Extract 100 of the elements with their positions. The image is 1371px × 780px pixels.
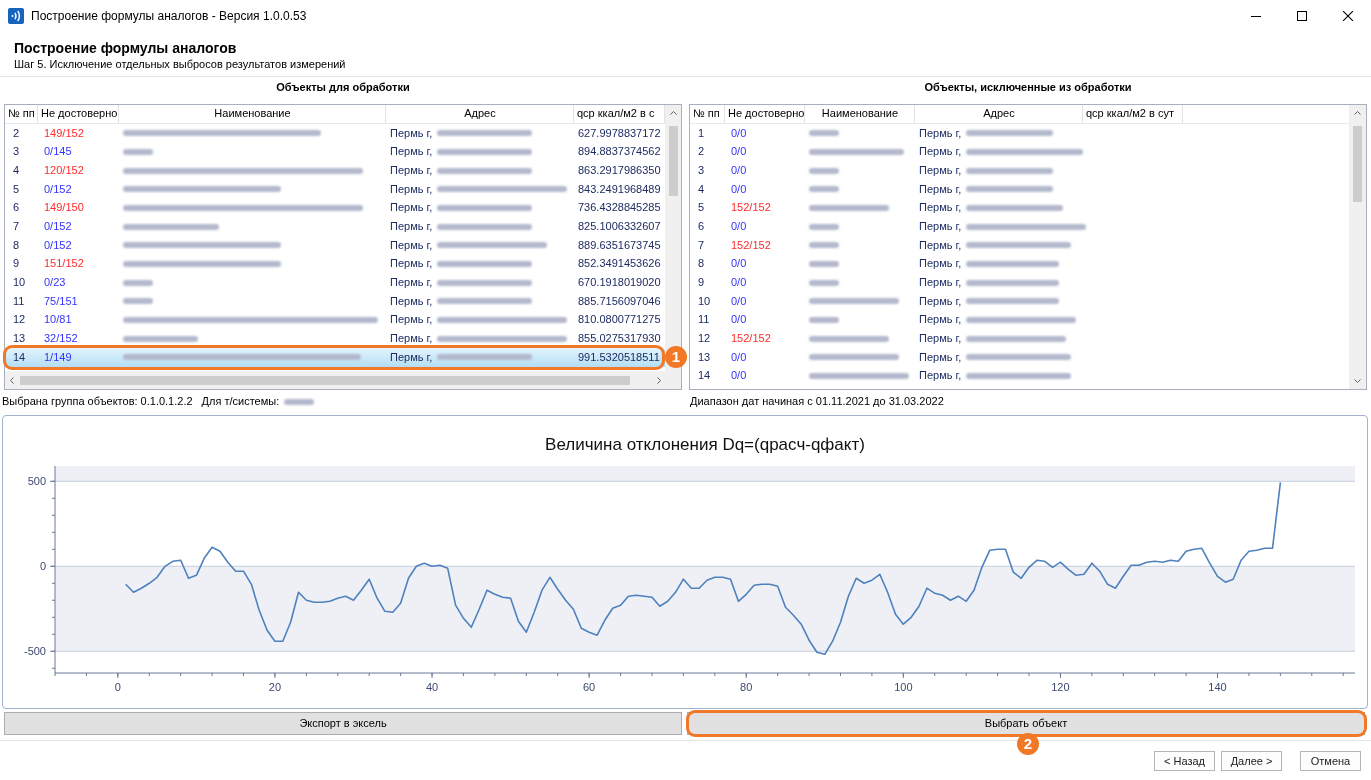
table-cell-text: 149/152 xyxy=(43,125,85,141)
action-button[interactable]: Экспорт в эксель xyxy=(4,712,682,735)
table-row[interactable]: 8 0/0 Пермь г, xyxy=(690,254,1349,274)
vertical-scrollbar[interactable] xyxy=(665,105,681,371)
table-row[interactable]: 10 0/23 Пермь г, 670.1918019020 xyxy=(5,273,665,292)
table-row[interactable]: 12 10/81 Пермь г, 810.0800771275 xyxy=(5,310,665,330)
table-row[interactable]: 1 0/0 Пермь г, xyxy=(690,124,1349,143)
column-header[interactable]: Наименование xyxy=(805,105,915,123)
table-cell-text: 3 xyxy=(12,144,21,160)
table-cell: Пермь г, xyxy=(919,313,962,327)
vertical-scrollbar[interactable] xyxy=(1349,105,1366,389)
column-header[interactable]: Адрес xyxy=(386,105,574,123)
scrollbar-thumb[interactable] xyxy=(1353,126,1362,202)
table-row[interactable]: 8 0/152 Пермь г, 889.6351673745 xyxy=(5,235,665,255)
table-cell: Пермь г, xyxy=(919,145,962,159)
table-row[interactable]: 6 149/150 Пермь г, 736.4328845285 xyxy=(5,198,665,218)
table-row[interactable]: 14 0/0 Пермь г, xyxy=(690,366,1349,386)
table-cell: Пермь г, xyxy=(919,182,962,196)
table-row[interactable]: 5 152/152 Пермь г, xyxy=(690,198,1349,218)
table-cell: Пермь г, xyxy=(919,350,962,364)
table-cell: Пермь г, xyxy=(390,126,433,140)
table-row[interactable]: 10 0/0 Пермь г, xyxy=(690,291,1349,311)
table-row[interactable]: 2 0/0 Пермь г, xyxy=(690,142,1349,162)
column-header[interactable]: Адрес xyxy=(915,105,1083,123)
scroll-right-icon[interactable] xyxy=(657,376,661,384)
table-row[interactable]: 3 0/0 Пермь г, xyxy=(690,161,1349,180)
blurred-text xyxy=(809,130,839,137)
horizontal-scrollbar[interactable] xyxy=(5,371,665,389)
axis-tick-label: 40 xyxy=(425,681,439,693)
status-label: Для т/системы: xyxy=(201,395,280,409)
footer-button[interactable]: < Назад xyxy=(1154,751,1215,771)
table-row[interactable]: 3 0/145 Пермь г, 894.8837374562 xyxy=(5,142,665,162)
table-row[interactable]: 13 32/152 Пермь г, 855.0275317930 xyxy=(5,329,665,348)
scroll-down-icon[interactable] xyxy=(1354,379,1361,383)
footer-button[interactable]: Отмена xyxy=(1300,751,1361,771)
table-cell-text: 120/152 xyxy=(43,163,85,179)
table-row[interactable]: 7 152/152 Пермь г, xyxy=(690,235,1349,255)
table-row[interactable]: 5 0/152 Пермь г, 843.2491968489 xyxy=(5,179,665,199)
table-cell-text: 991.5320518511 xyxy=(577,349,661,365)
section-heading: Объекты для обработки xyxy=(275,80,411,95)
table-cell: Пермь г, xyxy=(919,369,962,383)
table-cell-text: 152/152 xyxy=(730,237,772,253)
table-row[interactable]: 13 0/0 Пермь г, xyxy=(690,347,1349,367)
column-header[interactable]: № пп xyxy=(690,105,725,123)
close-icon xyxy=(1343,11,1353,21)
column-header[interactable]: Не достоверно xyxy=(38,105,119,123)
table-cell-text: 0/23 xyxy=(43,275,67,290)
table-cell-text: 14 xyxy=(12,349,27,365)
table-cell: Пермь г, xyxy=(390,313,433,327)
table-cell-text: 149/150 xyxy=(43,200,85,216)
table-cell: Пермь г, xyxy=(390,276,433,290)
scrollbar-corner xyxy=(665,371,681,389)
table-cell: Пермь г, xyxy=(390,331,433,346)
scroll-up-icon[interactable] xyxy=(669,111,677,115)
column-header[interactable]: Наименование xyxy=(119,105,386,123)
axis-tick-label: 60 xyxy=(583,681,596,693)
table-cell-text: 0/0 xyxy=(730,293,748,309)
table-cell-text: 0/0 xyxy=(730,144,748,160)
table-row[interactable]: 9 151/152 Пермь г, 852.3491453626 xyxy=(5,254,665,274)
column-header[interactable]: qср ккал/м2 в сут xyxy=(1083,105,1183,123)
table-cell: Пермь г, xyxy=(390,238,433,252)
table-cell-text: 0/152 xyxy=(43,181,73,197)
blurred-text xyxy=(284,399,315,405)
table-cell-text: 152/152 xyxy=(730,200,772,216)
scrollbar-thumb[interactable] xyxy=(20,375,630,385)
status-text: Диапазон дат начиная с 01.11.2021 до 31.03.2022 xyxy=(690,395,944,409)
table-row[interactable]: 11 0/0 Пермь г, xyxy=(690,310,1349,330)
table-cell-text: 13 xyxy=(697,349,712,365)
column-header[interactable]: № пп xyxy=(5,105,38,123)
table-cell-text: 0/0 xyxy=(730,275,748,290)
table-row[interactable]: 7 0/152 Пермь г, 825.1006332607 xyxy=(5,217,665,236)
footer-button[interactable]: Далее > xyxy=(1221,751,1282,771)
table-cell-text: 7 xyxy=(12,219,21,234)
table-cell-text: 11 xyxy=(697,312,711,328)
table-cell: Пермь г, xyxy=(390,220,433,234)
table-row[interactable]: 11 75/151 Пермь г, 885.7156097046 xyxy=(5,291,665,311)
table-cell-text: 7 xyxy=(697,237,706,253)
table-cell: Пермь г, xyxy=(390,201,433,215)
scrollbar-thumb[interactable] xyxy=(668,126,678,196)
table-cell-text: 6 xyxy=(12,200,21,216)
table-row[interactable]: 4 0/0 Пермь г, xyxy=(690,179,1349,199)
table-cell-text: 2 xyxy=(12,125,21,141)
column-header[interactable]: Не достоверно xyxy=(725,105,805,123)
table-row[interactable]: 4 120/152 Пермь г, 863.2917986350 xyxy=(5,161,665,180)
table-cell: Пермь г, xyxy=(390,145,433,159)
table-row[interactable]: 12 152/152 Пермь г, xyxy=(690,329,1349,348)
table-cell-text: 885.7156097046 xyxy=(577,293,662,309)
section-heading: Объекты, исключенные из обработки xyxy=(923,80,1133,95)
table-cell-text: 3 xyxy=(697,163,706,179)
table-cell-text: 0/152 xyxy=(43,237,73,253)
scroll-up-icon[interactable] xyxy=(1354,111,1361,115)
table-cell-text: 894.8837374562 xyxy=(577,144,662,160)
table-cell: Пермь г, xyxy=(390,257,433,271)
table-row[interactable]: 9 0/0 Пермь г, xyxy=(690,273,1349,292)
table-row[interactable]: 6 0/0 Пермь г, xyxy=(690,217,1349,236)
axis-tick-label: 20 xyxy=(268,681,282,693)
table-cell-text: 10/81 xyxy=(43,312,73,328)
scroll-left-icon[interactable] xyxy=(10,376,14,384)
blurred-text xyxy=(809,260,839,267)
table-row[interactable]: 2 149/152 Пермь г, 627.9978837172 xyxy=(5,124,665,143)
